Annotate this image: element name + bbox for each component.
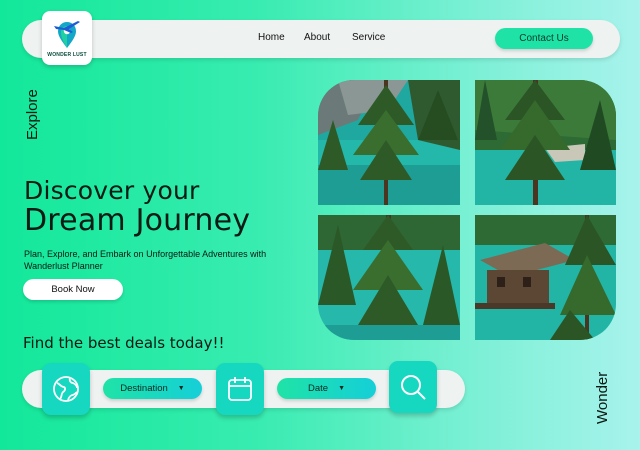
nav-home-link[interactable]: Home xyxy=(258,32,285,43)
caret-down-icon: ▼ xyxy=(338,385,345,392)
search-icon xyxy=(401,375,426,400)
search-button[interactable] xyxy=(389,361,437,413)
lake-forest-photo xyxy=(318,80,460,205)
deals-heading: Find the best deals today!! xyxy=(23,334,225,352)
contact-us-button[interactable]: Contact Us xyxy=(495,28,593,49)
map-pin-plane-icon xyxy=(54,21,80,48)
hero-title-line1: Discover your xyxy=(24,176,200,205)
globe-icon xyxy=(53,376,79,402)
hero-title-line2: Dream Journey xyxy=(24,203,251,238)
destination-label: Destination xyxy=(120,383,168,394)
lake-shore-photo xyxy=(475,80,616,205)
nav-service-link[interactable]: Service xyxy=(352,32,385,43)
date-select[interactable]: Date ▼ xyxy=(277,378,376,399)
calendar-button[interactable] xyxy=(216,363,264,415)
pine-tree-photo xyxy=(318,215,460,340)
brand-logo[interactable]: WONDER LUST xyxy=(42,11,92,65)
side-label-wonder: Wonder xyxy=(594,371,611,424)
calendar-icon xyxy=(228,377,252,401)
brand-name: WONDER LUST xyxy=(47,52,87,58)
boathouse-photo xyxy=(475,215,616,340)
book-now-button[interactable]: Book Now xyxy=(23,279,123,300)
globe-button[interactable] xyxy=(42,363,90,415)
nav-about-link[interactable]: About xyxy=(304,32,330,43)
hero-subtitle: Plan, Explore, and Embark on Unforgettab… xyxy=(24,249,267,271)
caret-down-icon: ▼ xyxy=(177,385,185,392)
date-label: Date xyxy=(307,383,329,394)
side-label-explore: Explore xyxy=(24,89,41,140)
destination-select[interactable]: Destination ▼ xyxy=(103,378,202,399)
